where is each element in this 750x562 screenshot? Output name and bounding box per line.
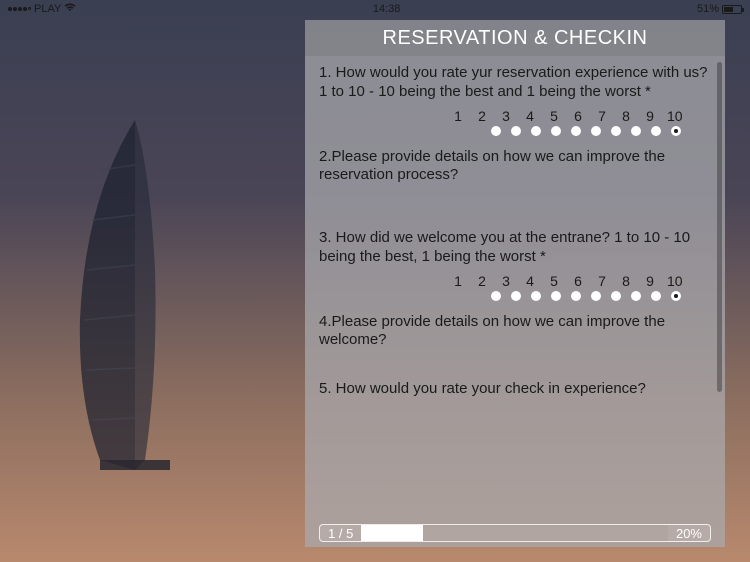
rating-option-6[interactable] [591, 291, 601, 301]
rating-num: 8 [619, 108, 633, 124]
rating-num: 10 [667, 273, 681, 289]
rating-option-7[interactable] [611, 291, 621, 301]
question-3: 3. How did we welcome you at the entrane… [319, 229, 711, 267]
rating-option-7[interactable] [611, 126, 621, 136]
battery-icon [722, 5, 742, 14]
progress-page-label: 1 / 5 [319, 524, 361, 542]
rating-option-1[interactable] [491, 126, 501, 136]
rating-option-5[interactable] [571, 126, 581, 136]
rating-option-4[interactable] [551, 291, 561, 301]
rating-num: 8 [619, 273, 633, 289]
rating-num: 7 [595, 108, 609, 124]
rating-num: 2 [475, 108, 489, 124]
rating-option-3[interactable] [531, 126, 541, 136]
rating-option-5[interactable] [571, 291, 581, 301]
status-time: 14:38 [373, 3, 401, 15]
panel-title: RESERVATION & CHECKIN [305, 20, 725, 56]
signal-icon [8, 7, 31, 11]
question-1: 1. How would you rate yur reservation ex… [319, 64, 711, 102]
rating-labels-q1: 1 2 3 4 5 6 7 8 9 10 [319, 108, 711, 124]
rating-num: 10 [667, 108, 681, 124]
rating-num: 1 [451, 108, 465, 124]
status-bar: PLAY 14:38 51% [0, 0, 750, 18]
rating-num: 1 [451, 273, 465, 289]
rating-option-4[interactable] [551, 126, 561, 136]
rating-num: 7 [595, 273, 609, 289]
question-5: 5. How would you rate your check in expe… [319, 380, 711, 399]
progress-percent-label: 20% [668, 524, 711, 542]
progress-bar: 1 / 5 20% [305, 523, 725, 547]
rating-option-8[interactable] [631, 126, 641, 136]
carrier-label: PLAY [34, 3, 61, 15]
text-input-q2[interactable] [319, 191, 711, 229]
rating-dots-q3 [319, 291, 711, 301]
text-input-q4[interactable] [319, 356, 711, 380]
progress-track [361, 524, 668, 542]
rating-num: 5 [547, 273, 561, 289]
rating-num: 2 [475, 273, 489, 289]
battery-pct: 51% [697, 3, 719, 15]
question-2: 2.Please provide details on how we can i… [319, 148, 711, 186]
panel-body[interactable]: 1. How would you rate yur reservation ex… [305, 56, 725, 523]
rating-num: 3 [499, 273, 513, 289]
rating-num: 6 [571, 273, 585, 289]
rating-labels-q3: 1 2 3 4 5 6 7 8 9 10 [319, 273, 711, 289]
rating-option-2[interactable] [511, 126, 521, 136]
background-tower-image [50, 120, 220, 470]
rating-num: 9 [643, 108, 657, 124]
survey-panel: RESERVATION & CHECKIN 1. How would you r… [305, 20, 725, 547]
rating-option-8[interactable] [631, 291, 641, 301]
progress-fill [361, 525, 422, 541]
rating-option-9[interactable] [651, 291, 661, 301]
rating-option-9[interactable] [651, 126, 661, 136]
question-4: 4.Please provide details on how we can i… [319, 313, 711, 351]
rating-option-2[interactable] [511, 291, 521, 301]
rating-num: 4 [523, 108, 537, 124]
rating-option-6[interactable] [591, 126, 601, 136]
rating-option-10[interactable] [671, 291, 681, 301]
rating-option-1[interactable] [491, 291, 501, 301]
rating-dots-q1 [319, 126, 711, 136]
scrollbar[interactable] [717, 62, 722, 392]
rating-option-10[interactable] [671, 126, 681, 136]
rating-num: 4 [523, 273, 537, 289]
rating-option-3[interactable] [531, 291, 541, 301]
rating-num: 3 [499, 108, 513, 124]
rating-num: 9 [643, 273, 657, 289]
wifi-icon [64, 3, 76, 15]
rating-num: 6 [571, 108, 585, 124]
rating-num: 5 [547, 108, 561, 124]
